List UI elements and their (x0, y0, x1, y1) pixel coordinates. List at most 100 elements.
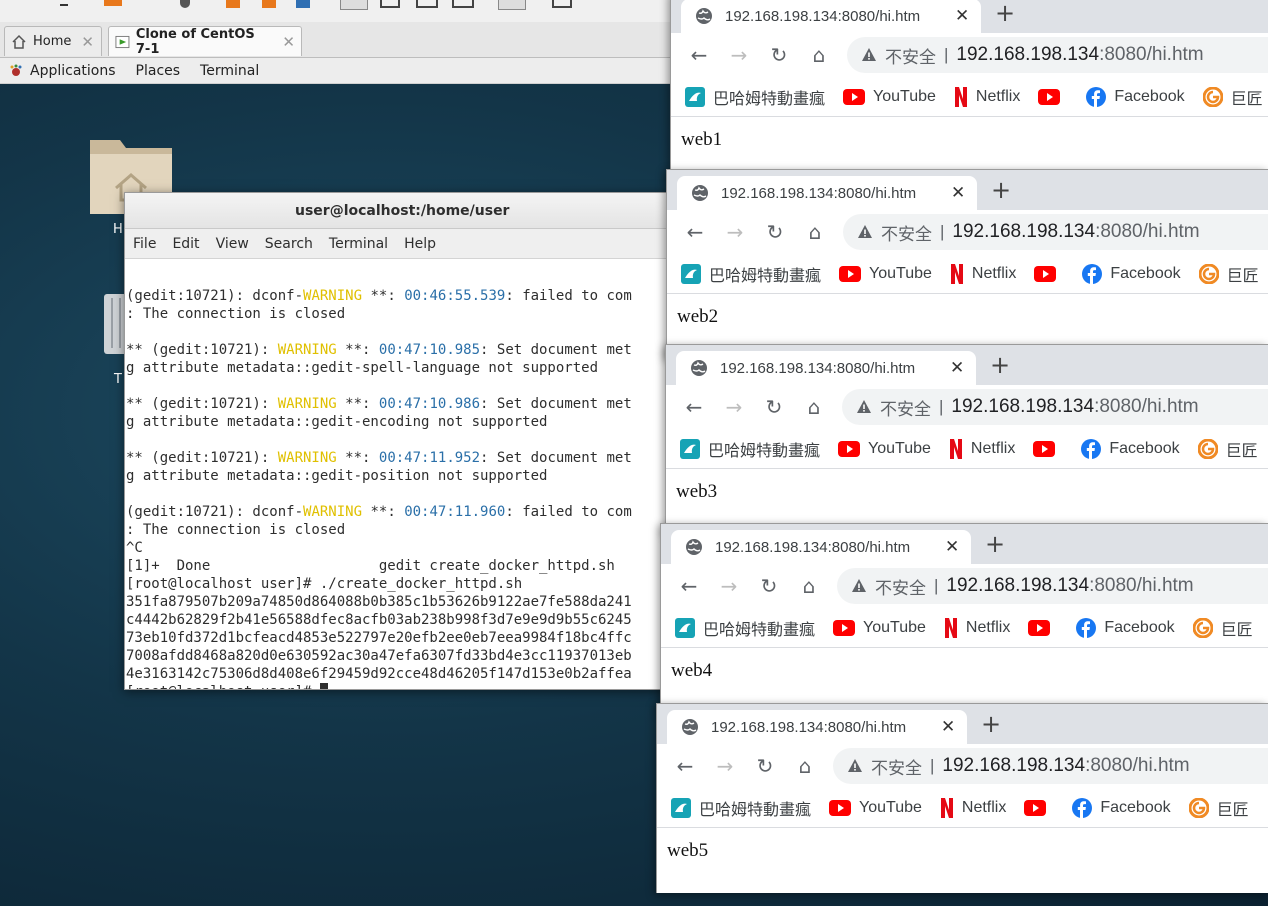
browser-tab[interactable]: 192.168.198.134:8080/hi.htm ✕ (676, 351, 976, 385)
terminal-output[interactable]: (gedit:10721): dconf-WARNING **: 00:46:5… (126, 269, 683, 689)
bookmark-facebook[interactable]: Facebook (1081, 438, 1180, 459)
close-icon[interactable]: ✕ (955, 6, 981, 26)
bookmark-netflix[interactable]: Netflix (940, 797, 1006, 818)
bookmark-bahamut[interactable]: 巴哈姆特動畫瘋 (671, 796, 811, 820)
reload-icon[interactable]: ↻ (749, 574, 789, 598)
bookmark-youtube[interactable]: YouTube (838, 440, 931, 458)
bookmark-bahamut[interactable]: 巴哈姆特動畫瘋 (675, 616, 815, 640)
bookmark-youtube-2[interactable] (1024, 799, 1054, 816)
view-console-icon[interactable] (340, 0, 368, 10)
bookmark-bahamut[interactable]: 巴哈姆特動畫瘋 (680, 437, 820, 461)
vm-tab-home[interactable]: Home ✕ (4, 26, 102, 56)
browser-window[interactable]: 192.168.198.134:8080/hi.htm ✕ + ← → ↻ ⌂ … (665, 344, 1268, 534)
fullscreen-icon[interactable] (380, 0, 400, 8)
vm-tab-centos[interactable]: Clone of CentOS 7-1 ✕ (108, 26, 302, 57)
close-icon[interactable]: ✕ (941, 717, 967, 737)
close-icon[interactable]: ✕ (945, 537, 971, 557)
bookmark-giant[interactable]: 巨匠 (1188, 796, 1249, 820)
applications-menu[interactable]: Applications (0, 63, 126, 79)
bookmark-giant[interactable]: 巨匠 (1192, 616, 1253, 640)
address-bar[interactable]: 不安全 | 192.168.198.134 :8080/hi.htm (842, 389, 1268, 425)
bookmark-netflix[interactable]: Netflix (944, 617, 1010, 638)
bookmark-bahamut[interactable]: 巴哈姆特動畫瘋 (681, 262, 821, 286)
toolbar-dropdown-icon[interactable] (60, 0, 68, 6)
back-icon[interactable]: ← (675, 220, 715, 244)
new-tab-icon[interactable]: + (985, 530, 1005, 558)
console-view-icon[interactable] (552, 0, 572, 8)
bookmark-facebook[interactable]: Facebook (1076, 617, 1175, 638)
snapshot-icon[interactable] (226, 0, 240, 8)
browser-tab[interactable]: 192.168.198.134:8080/hi.htm ✕ (671, 530, 971, 564)
bookmark-giant[interactable]: 巨匠 (1198, 262, 1259, 286)
menu-file[interactable]: File (125, 236, 164, 252)
back-icon[interactable]: ← (669, 574, 709, 598)
bookmark-giant[interactable]: 巨匠 (1197, 437, 1258, 461)
new-tab-icon[interactable]: + (981, 710, 1001, 738)
warning-icon[interactable] (857, 224, 873, 240)
forward-icon[interactable]: → (705, 754, 745, 778)
power-icon[interactable] (180, 0, 190, 8)
bookmark-facebook[interactable]: Facebook (1082, 263, 1181, 284)
address-bar[interactable]: 不安全 | 192.168.198.134 :8080/hi.htm (843, 214, 1268, 250)
browser-window[interactable]: 192.168.198.134:8080/hi.htm ✕ + ← → ↻ ⌂ … (656, 703, 1268, 893)
browser-window[interactable]: 192.168.198.134:8080/hi.htm ✕ + ← → ↻ ⌂ … (670, 0, 1268, 182)
reload-icon[interactable]: ↻ (759, 43, 799, 67)
browser-tab[interactable]: 192.168.198.134:8080/hi.htm ✕ (681, 0, 981, 33)
close-icon[interactable]: ✕ (282, 33, 295, 51)
browser-tab[interactable]: 192.168.198.134:8080/hi.htm ✕ (677, 176, 977, 210)
terminal-menu[interactable]: Terminal (190, 63, 269, 79)
reload-icon[interactable]: ↻ (745, 754, 785, 778)
reload-icon[interactable]: ↻ (755, 220, 795, 244)
back-icon[interactable]: ← (679, 43, 719, 67)
new-tab-icon[interactable]: + (991, 176, 1011, 204)
home-icon[interactable]: ⌂ (789, 574, 829, 598)
back-icon[interactable]: ← (674, 395, 714, 419)
reload-icon[interactable]: ↻ (754, 395, 794, 419)
close-icon[interactable]: ✕ (951, 183, 977, 203)
forward-icon[interactable]: → (709, 574, 749, 598)
bookmark-youtube-2[interactable] (1033, 440, 1063, 457)
warning-icon[interactable] (856, 399, 872, 415)
home-icon[interactable]: ⌂ (785, 754, 825, 778)
browser-window[interactable]: 192.168.198.134:8080/hi.htm ✕ + ← → ↻ ⌂ … (666, 169, 1268, 359)
bookmark-facebook[interactable]: Facebook (1072, 797, 1171, 818)
forward-icon[interactable]: → (719, 43, 759, 67)
browser-tab[interactable]: 192.168.198.134:8080/hi.htm ✕ (667, 710, 967, 744)
terminal-window[interactable]: user@localhost:/home/user File Edit View… (124, 192, 684, 690)
address-bar[interactable]: 不安全 | 192.168.198.134 :8080/hi.htm (847, 37, 1268, 73)
revert-snapshot-icon[interactable] (262, 0, 276, 8)
manage-snapshot-icon[interactable] (296, 0, 310, 8)
bookmark-youtube[interactable]: YouTube (833, 619, 926, 637)
bookmark-netflix[interactable]: Netflix (950, 263, 1016, 284)
menu-terminal[interactable]: Terminal (321, 236, 396, 252)
bookmark-giant[interactable]: 巨匠 (1202, 85, 1263, 109)
new-tab-icon[interactable]: + (995, 0, 1015, 27)
menu-edit[interactable]: Edit (164, 236, 207, 252)
places-menu[interactable]: Places (126, 63, 191, 79)
menu-help[interactable]: Help (396, 236, 444, 252)
home-icon[interactable]: ⌂ (795, 220, 835, 244)
bookmark-youtube-2[interactable] (1034, 265, 1064, 282)
autofit-icon[interactable] (452, 0, 474, 8)
warning-icon[interactable] (847, 758, 863, 774)
menu-view[interactable]: View (208, 236, 257, 252)
bookmark-facebook[interactable]: Facebook (1086, 86, 1185, 107)
unity-icon[interactable] (416, 0, 438, 8)
bookmark-netflix[interactable]: Netflix (949, 438, 1015, 459)
menu-search[interactable]: Search (257, 236, 321, 252)
bookmark-youtube[interactable]: YouTube (829, 799, 922, 817)
forward-icon[interactable]: → (715, 220, 755, 244)
address-bar[interactable]: 不安全 | 192.168.198.134 :8080/hi.htm (833, 748, 1268, 784)
bookmark-youtube[interactable]: YouTube (843, 88, 936, 106)
address-bar[interactable]: 不安全 | 192.168.198.134 :8080/hi.htm (837, 568, 1268, 604)
back-icon[interactable]: ← (665, 754, 705, 778)
bookmark-youtube-2[interactable] (1038, 88, 1068, 105)
bookmark-youtube[interactable]: YouTube (839, 265, 932, 283)
bookmark-netflix[interactable]: Netflix (954, 86, 1020, 107)
forward-icon[interactable]: → (714, 395, 754, 419)
close-icon[interactable]: ✕ (950, 358, 976, 378)
close-icon[interactable]: ✕ (81, 33, 94, 51)
warning-icon[interactable] (861, 47, 877, 63)
bookmark-bahamut[interactable]: 巴哈姆特動畫瘋 (685, 85, 825, 109)
stretch-icon[interactable] (498, 0, 526, 10)
